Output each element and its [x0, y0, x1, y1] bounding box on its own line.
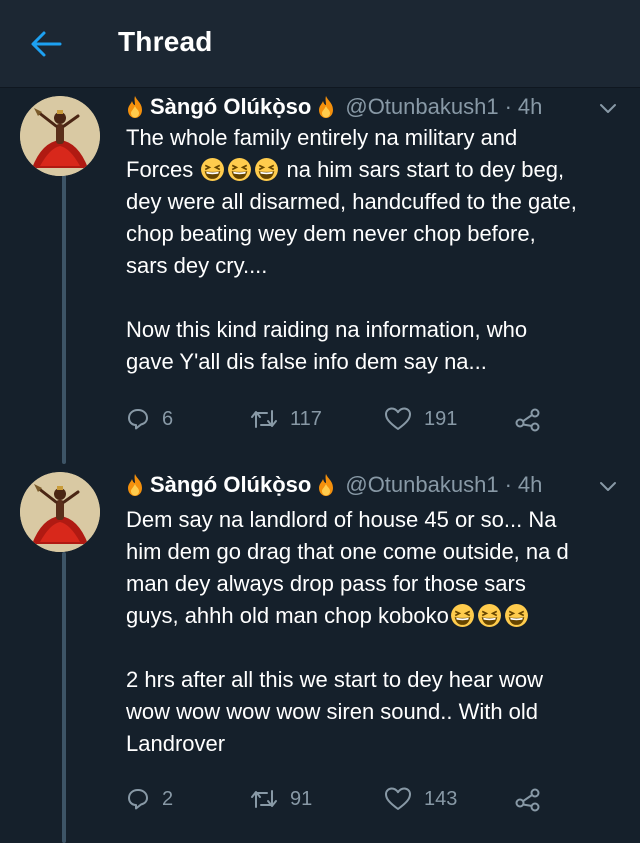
back-button[interactable]	[26, 26, 66, 62]
reply-button[interactable]: 6	[126, 402, 173, 436]
reply-icon	[128, 409, 148, 430]
text-line: him dem go drag that one come outside, n…	[126, 539, 569, 564]
reply-count: 2	[162, 787, 174, 810]
chevron-down-icon[interactable]	[596, 474, 620, 498]
text-line: 2 hrs after all this we start to dey hea…	[126, 667, 543, 692]
retweet-count: 91	[290, 787, 313, 810]
author-handle[interactable]: @Otunbakush1	[345, 472, 498, 498]
text-line: Landrover	[126, 731, 226, 756]
page-title: Thread	[118, 26, 213, 57]
text-line: man dey always drop pass for those sars	[126, 571, 526, 596]
top-bar: Thread	[0, 0, 640, 88]
tweet-actions: 6 117 191	[126, 402, 626, 436]
like-count: 143	[424, 787, 458, 810]
separator-dot: ·	[504, 472, 512, 497]
timestamp[interactable]: 4h	[518, 472, 542, 498]
grinning-squinting-face-icon	[228, 158, 252, 181]
heart-icon	[385, 407, 411, 430]
heart-icon	[385, 787, 411, 810]
grinning-squinting-face-icon	[201, 158, 225, 181]
grinning-squinting-face-icon	[477, 604, 501, 627]
retweet-button[interactable]: 91	[250, 782, 312, 816]
like-button[interactable]: 191	[384, 402, 457, 436]
text-line: Now this kind raiding na information, wh…	[126, 317, 528, 342]
timestamp[interactable]: 4h	[518, 94, 542, 120]
text-line: Forces	[126, 157, 194, 182]
tweet-text: The whole family entirely na military an…	[126, 122, 631, 378]
like-button[interactable]: 143	[384, 782, 457, 816]
share-button[interactable]	[514, 782, 554, 816]
thread-connector	[62, 552, 66, 843]
arrow-left-icon	[31, 31, 62, 57]
fire-icon	[319, 96, 334, 118]
text-line: Dem say na landlord of house 45 or so...…	[126, 507, 557, 532]
author-name[interactable]: Sàngó Olúkọ̀so	[150, 94, 311, 120]
retweet-button[interactable]: 117	[250, 402, 322, 436]
tweet-header: Sàngó Olúkọ̀so @Otunbakush1 · 4h	[126, 470, 542, 500]
author-handle[interactable]: @Otunbakush1	[345, 94, 498, 120]
text-line: wow wow wow wow siren sound.. With old	[126, 699, 539, 724]
tweet-actions: 2 91 143	[126, 782, 626, 816]
fire-icon	[128, 474, 142, 496]
chevron-down-icon[interactable]	[596, 96, 620, 120]
reply-button[interactable]: 2	[126, 782, 173, 816]
share-icon	[515, 788, 540, 812]
separator-dot: ·	[504, 94, 512, 119]
grinning-squinting-face-icon	[504, 604, 528, 627]
retweet-count: 117	[290, 407, 322, 430]
fire-icon	[319, 474, 334, 496]
like-count: 191	[424, 407, 458, 430]
text-line: chop beating wey dem never chop before,	[126, 221, 536, 246]
reply-count: 6	[162, 407, 174, 430]
tweet-header: Sàngó Olúkọ̀so @Otunbakush1 · 4h	[126, 92, 542, 122]
avatar[interactable]	[20, 472, 100, 552]
reply-icon	[128, 789, 148, 810]
fire-icon	[128, 96, 142, 118]
retweet-icon	[251, 410, 277, 428]
share-button[interactable]	[514, 402, 554, 436]
text-line: dey were all disarmed, handcuffed to the…	[126, 189, 577, 214]
grinning-squinting-face-icon	[255, 158, 279, 181]
author-name[interactable]: Sàngó Olúkọ̀so	[150, 472, 311, 498]
tweet-text: Dem say na landlord of house 45 or so...…	[126, 504, 631, 760]
grinning-squinting-face-icon	[450, 604, 474, 627]
avatar[interactable]	[20, 96, 100, 176]
text-line: guys, ahhh old man chop koboko	[126, 603, 449, 628]
text-line: sars dey cry....	[126, 253, 268, 278]
retweet-icon	[251, 790, 277, 808]
text-line: gave Y'all dis false info dem say na...	[126, 349, 487, 374]
text-line: na him sars start to dey beg,	[286, 157, 565, 182]
text-line: The whole family entirely na military an…	[126, 125, 518, 150]
thread-connector	[62, 174, 66, 464]
share-icon	[515, 408, 540, 432]
